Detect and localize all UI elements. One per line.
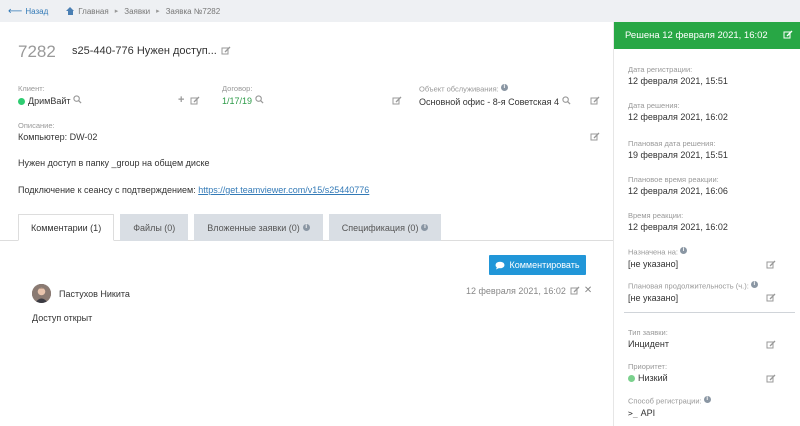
chevron-right-icon: ▸	[114, 8, 119, 15]
speech-bubble-icon	[495, 261, 505, 269]
search-icon[interactable]	[254, 95, 264, 104]
tab-nested-requests[interactable]: Вложенные заявки (0) i	[194, 214, 323, 241]
status-text: Решена 12 февраля 2021, 16:02	[625, 30, 768, 41]
reaction-time: Время реакции: 12 февраля 2021, 16:02	[628, 211, 728, 232]
ticket-main-panel: 7282 s25-440-776 Нужен доступ... Клиент:…	[0, 22, 613, 426]
client-value[interactable]: ДримВайт	[28, 96, 70, 106]
description-line: Подключение к сеансу с подтверждением: h…	[18, 185, 370, 195]
edit-icon[interactable]	[766, 260, 776, 270]
edit-icon[interactable]	[570, 286, 580, 296]
terminal-icon: >_	[628, 408, 638, 418]
registration-date: Дата регистрации: 12 февраля 2021, 15:51	[628, 65, 728, 86]
comment-meta: 12 февраля 2021, 16:02 ✕	[466, 285, 592, 296]
tab-bar: Комментарии (1) Файлы (0) Вложенные заяв…	[18, 214, 442, 241]
status-badge: Решена 12 февраля 2021, 16:02	[614, 22, 800, 49]
back-link[interactable]: ⟵ Назад	[8, 6, 48, 17]
description-field: Описание: Компьютер: DW-02	[18, 121, 97, 142]
close-icon[interactable]: ✕	[584, 285, 592, 296]
priority-dot	[628, 375, 635, 383]
breadcrumb: ⟵ Назад Главная ▸ Заявки ▸ Заявка №7282	[0, 0, 800, 22]
comment-time: 12 февраля 2021, 16:02	[466, 285, 566, 296]
arrow-left-icon: ⟵	[8, 5, 23, 17]
object-value[interactable]: Основной офис - 8-я Советская 4	[419, 97, 559, 107]
avatar	[32, 284, 51, 303]
breadcrumb-current: Заявка №7282	[165, 6, 221, 16]
request-type: Тип заявки: Инцидент	[628, 328, 669, 349]
breadcrumb-requests[interactable]: Заявки	[124, 7, 150, 16]
status-dot	[18, 98, 25, 106]
search-icon[interactable]	[73, 95, 82, 104]
comment-text: Доступ открыт	[32, 313, 93, 323]
planned-solve-date: Плановая дата решения: 19 февраля 2021, …	[628, 139, 728, 160]
ticket-title: s25-440-776 Нужен доступ...	[72, 45, 231, 57]
comment-author: Пастухов Никита	[59, 289, 130, 299]
client-label: Клиент:	[18, 84, 45, 93]
tab-specification[interactable]: Спецификация (0) i	[328, 214, 442, 241]
edit-icon[interactable]	[392, 96, 402, 106]
home-icon	[66, 7, 75, 15]
planned-reaction-time: Плановое время реакции: 12 февраля 2021,…	[628, 175, 728, 196]
edit-icon[interactable]	[766, 293, 776, 303]
teamviewer-link[interactable]: https://get.teamviewer.com/v15/s25440776	[198, 185, 369, 195]
plus-icon[interactable]: +	[178, 95, 184, 106]
contract-label: Договор:	[222, 84, 253, 93]
edit-icon[interactable]	[590, 96, 600, 106]
chevron-right-icon: ▸	[156, 8, 160, 15]
info-icon: i	[421, 224, 429, 231]
ticket-number: 7282	[18, 42, 56, 61]
info-icon[interactable]: i	[750, 281, 758, 288]
ticket-sidebar: Решена 12 февраля 2021, 16:02 Дата регис…	[613, 22, 800, 426]
tab-files[interactable]: Файлы (0)	[120, 214, 189, 241]
contract-field: Договор: 1/17/19	[222, 84, 264, 106]
description-label: Описание:	[18, 121, 55, 130]
object-label: Объект обслуживания:	[419, 84, 499, 94]
client-field: Клиент: ДримВайт	[18, 84, 82, 106]
assigned-to: Назначена на: i [не указано]	[628, 247, 688, 269]
object-field: Объект обслуживания: i Основной офис - 8…	[419, 84, 571, 107]
info-icon[interactable]: i	[703, 396, 711, 403]
edit-icon[interactable]	[221, 46, 231, 56]
info-icon[interactable]: i	[680, 247, 688, 254]
planned-duration: Плановая продолжительность (ч.): i [не у…	[628, 281, 758, 303]
edit-icon[interactable]	[590, 132, 600, 142]
edit-icon[interactable]	[766, 340, 776, 350]
edit-icon[interactable]	[190, 96, 200, 106]
contract-value[interactable]: 1/17/19	[222, 96, 252, 106]
tab-comments[interactable]: Комментарии (1)	[18, 214, 115, 241]
solve-date: Дата решения: 12 февраля 2021, 16:02	[628, 101, 728, 122]
breadcrumb-home[interactable]: Главная	[66, 7, 109, 16]
description-line: Компьютер: DW-02	[18, 132, 98, 142]
edit-icon[interactable]	[783, 30, 793, 40]
registration-method: Способ регистрации: i >_ API	[628, 396, 711, 418]
info-icon[interactable]: i	[500, 84, 508, 91]
description-line: Нужен доступ в папку _group на общем дис…	[18, 158, 210, 168]
info-icon: i	[302, 224, 310, 231]
sidebar-divider	[624, 312, 795, 313]
comment-button[interactable]: Комментировать	[489, 255, 586, 275]
search-icon[interactable]	[561, 95, 571, 105]
priority: Приоритет: Низкий	[628, 362, 668, 383]
edit-icon[interactable]	[766, 374, 776, 384]
